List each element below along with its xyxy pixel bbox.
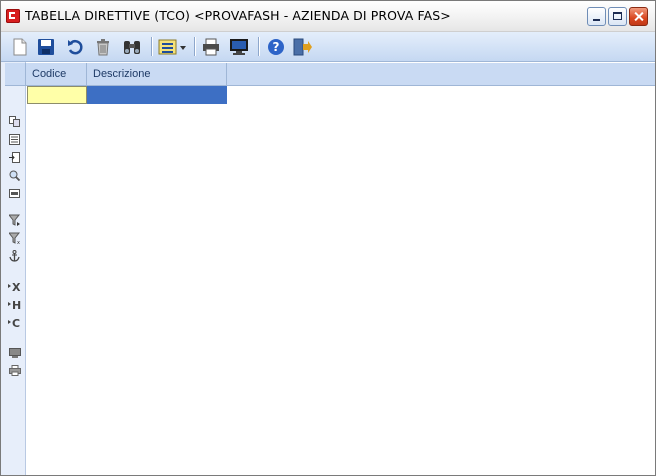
cell-descrizione[interactable]	[87, 86, 227, 104]
screen-output-icon[interactable]	[8, 347, 21, 359]
toolbar: ?	[1, 32, 655, 62]
toolbar-separator	[258, 37, 259, 56]
app-logo-icon[interactable]	[6, 9, 20, 23]
display-icon[interactable]	[228, 36, 250, 58]
find-icon[interactable]	[121, 36, 143, 58]
close-button[interactable]	[629, 7, 648, 26]
card-icon[interactable]	[8, 187, 21, 199]
copy-record-icon[interactable]	[8, 115, 21, 127]
save-icon[interactable]	[35, 36, 57, 58]
help-icon[interactable]: ?	[265, 36, 287, 58]
toolbar-separator	[151, 37, 152, 56]
filter-apply-icon[interactable]	[8, 214, 21, 226]
print-icon[interactable]	[200, 36, 222, 58]
export-c-icon[interactable]: C	[8, 316, 21, 328]
toolbar-separator	[194, 37, 195, 56]
title-bar[interactable]: TABELLA DIRETTIVE (TCO) <PROVAFASH - AZI…	[1, 1, 655, 32]
main-window: TABELLA DIRETTIVE (TCO) <PROVAFASH - AZI…	[0, 0, 656, 476]
layout-dropdown-icon[interactable]	[158, 36, 188, 58]
grid-header: Codice Descrizione	[5, 63, 655, 86]
column-header-descrizione[interactable]: Descrizione	[87, 63, 227, 85]
window-title: TABELLA DIRETTIVE (TCO) <PROVAFASH - AZI…	[25, 8, 451, 23]
svg-text:H: H	[12, 299, 21, 310]
minimize-button[interactable]	[587, 7, 606, 26]
zoom-icon[interactable]	[8, 169, 21, 181]
export-h-icon[interactable]: H	[8, 298, 21, 310]
column-header-codice[interactable]: Codice	[26, 63, 87, 85]
filter-clear-icon[interactable]: x	[8, 232, 21, 244]
exit-icon[interactable]	[291, 36, 313, 58]
record-actions-strip: x X H C	[1, 62, 26, 475]
printer-output-icon[interactable]	[8, 364, 21, 376]
svg-text:x: x	[17, 240, 20, 244]
export-x-icon[interactable]: X	[8, 280, 21, 292]
maximize-button[interactable]	[608, 7, 627, 26]
insert-icon[interactable]	[8, 151, 21, 163]
list-icon[interactable]	[8, 133, 21, 145]
anchor-icon[interactable]	[8, 250, 21, 262]
new-document-icon[interactable]	[9, 36, 31, 58]
cell-codice[interactable]	[27, 86, 87, 104]
grid-corner[interactable]	[5, 63, 26, 85]
svg-text:?: ?	[273, 40, 280, 54]
delete-icon[interactable]	[92, 36, 114, 58]
svg-text:C: C	[12, 317, 20, 328]
undo-icon[interactable]	[64, 36, 86, 58]
svg-text:X: X	[12, 281, 21, 292]
